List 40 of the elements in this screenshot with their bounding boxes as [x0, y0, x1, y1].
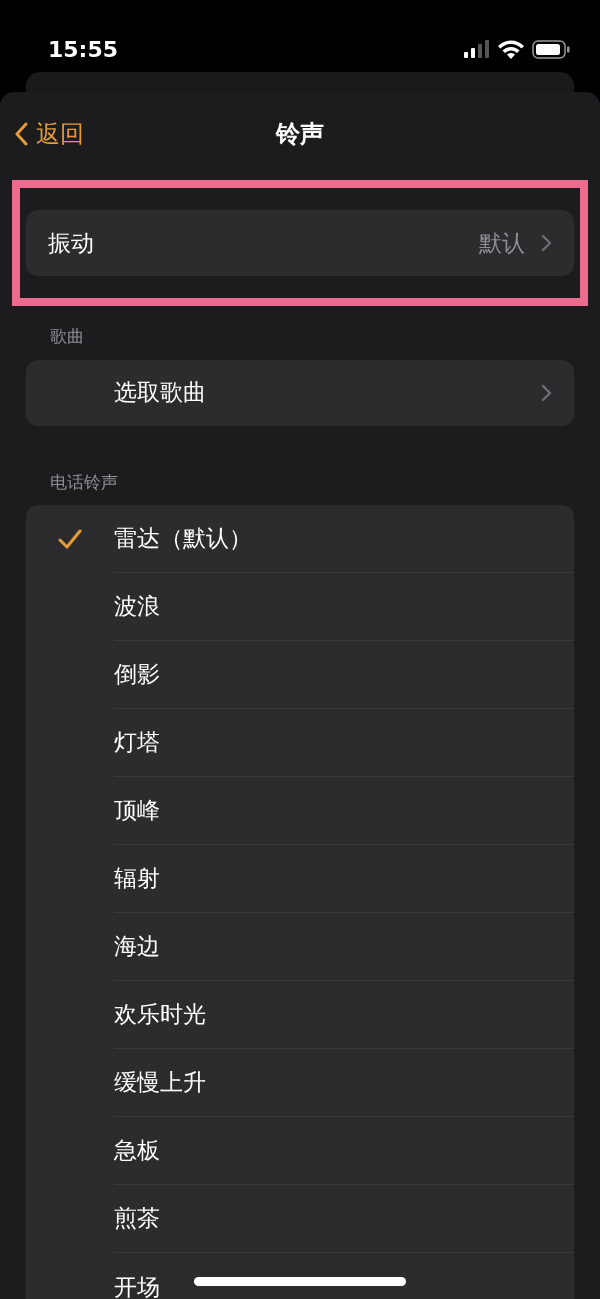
vibration-row[interactable]: 振动 默认 — [26, 210, 574, 276]
signal-icon — [464, 40, 490, 58]
ringtone-option[interactable]: 开场 — [26, 1253, 574, 1299]
option-label: 欢乐时光 — [114, 1000, 206, 1030]
battery-icon — [532, 39, 570, 59]
ringtone-option[interactable]: 顶峰 — [26, 777, 574, 845]
chevron-icon — [541, 383, 552, 402]
back-chevron-icon — [14, 122, 28, 146]
ringtone-option[interactable]: 倒影 — [26, 641, 574, 709]
ringtone-option[interactable]: 辐射 — [26, 845, 574, 913]
row-label: 振动 — [48, 228, 95, 258]
row-label: 选取歌曲 — [114, 378, 207, 408]
option-label: 急板 — [114, 1136, 160, 1166]
ringtone-option[interactable]: 波浪 — [26, 573, 574, 641]
page-title: 铃声 — [276, 119, 324, 150]
section-header: 歌曲 — [49, 325, 85, 348]
option-label: 灯塔 — [114, 728, 160, 758]
status-time: 15:55 — [48, 35, 119, 64]
ringtone-option[interactable]: 灯塔 — [26, 709, 574, 777]
option-label: 开场 — [114, 1272, 160, 1299]
song-picker-row[interactable]: 选取歌曲 — [26, 359, 574, 426]
option-label: 煎茶 — [114, 1204, 160, 1234]
ringtone-option[interactable]: 欢乐时光 — [26, 981, 574, 1049]
row-value: 默认 — [479, 228, 525, 258]
ringtone-option[interactable]: 缓慢上升 — [26, 1049, 574, 1117]
wifi-icon — [498, 39, 524, 59]
chevron-icon — [541, 234, 552, 252]
option-label: 雷达（默认） — [114, 524, 252, 554]
option-label: 波浪 — [114, 592, 160, 622]
option-label: 缓慢上升 — [114, 1068, 206, 1098]
section-header: 电话铃声 — [49, 470, 119, 494]
ringtone-option[interactable]: 煎茶 — [26, 1185, 574, 1253]
option-label: 海边 — [114, 932, 160, 962]
back-button[interactable]: 返回 — [14, 116, 84, 152]
option-label: 倒影 — [114, 660, 160, 690]
ringtone-option[interactable]: 雷达（默认） — [26, 505, 574, 573]
ringtone-option[interactable]: 急板 — [26, 1117, 574, 1185]
option-label: 辐射 — [114, 864, 160, 894]
option-label: 顶峰 — [114, 796, 160, 826]
ringtone-option[interactable]: 海边 — [26, 913, 574, 981]
